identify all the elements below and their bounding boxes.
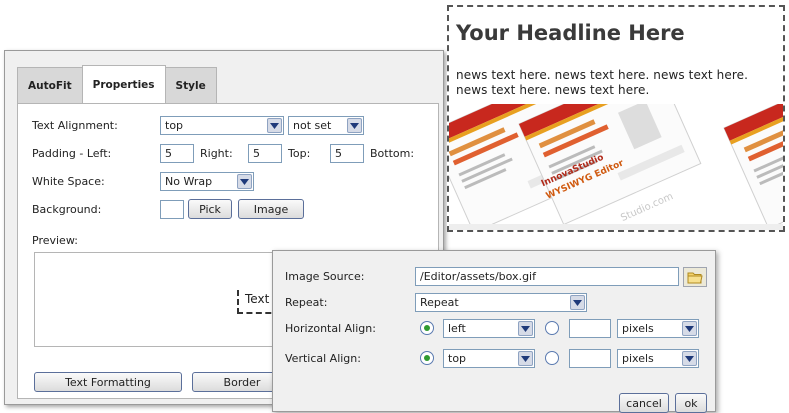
tab-autofit[interactable]: AutoFit xyxy=(17,67,83,103)
tab-properties[interactable]: Properties xyxy=(81,65,166,103)
text-alignment-secondary-value: not set xyxy=(293,119,332,132)
padding-right-label: Right: xyxy=(200,147,233,160)
horizontal-align-label: Horizontal Align: xyxy=(285,322,376,335)
vertical-unit-select[interactable]: pixels xyxy=(617,349,699,368)
folder-icon xyxy=(687,272,703,283)
chevron-down-icon xyxy=(237,174,252,189)
tab-style[interactable]: Style xyxy=(164,67,217,103)
ok-button[interactable]: ok xyxy=(675,393,707,413)
horizontal-unit-select[interactable]: pixels xyxy=(617,319,699,338)
vertical-align-label: Vertical Align: xyxy=(285,352,361,365)
chevron-down-icon xyxy=(518,351,533,366)
vertical-align-custom-radio[interactable] xyxy=(545,351,559,365)
white-space-label: White Space: xyxy=(32,175,105,188)
image-dialog: Image Source: /Editor/assets/box.gif Rep… xyxy=(272,250,716,413)
chevron-down-icon xyxy=(682,351,697,366)
box-image-tile xyxy=(723,104,783,229)
horizontal-unit-value: pixels xyxy=(622,322,654,335)
web-preview: Your Headline Here news text here. news … xyxy=(447,5,785,232)
repeat-select[interactable]: Repeat xyxy=(415,293,587,312)
chevron-down-icon xyxy=(347,118,362,133)
background-color-swatch[interactable] xyxy=(160,200,184,219)
preview-label: Preview: xyxy=(32,234,78,247)
white-space-select[interactable]: No Wrap xyxy=(160,172,254,191)
horizontal-align-value: left xyxy=(448,322,466,335)
image-button[interactable]: Image xyxy=(238,199,304,219)
background-label: Background: xyxy=(32,203,102,216)
padding-top-input[interactable]: 5 xyxy=(330,144,364,163)
chevron-down-icon xyxy=(570,295,585,310)
text-alignment-value: top xyxy=(165,119,184,132)
vertical-align-value: top xyxy=(448,352,467,365)
padding-bottom-label: Bottom: xyxy=(370,147,415,160)
padding-right-input[interactable]: 5 xyxy=(248,144,282,163)
chevron-down-icon xyxy=(267,118,282,133)
news-text: news text here. news text here. news tex… xyxy=(456,68,748,97)
vertical-align-preset-radio[interactable] xyxy=(420,351,434,365)
horizontal-align-preset-radio[interactable] xyxy=(420,321,434,335)
padding-left-label: Padding - Left: xyxy=(32,147,112,160)
browse-button[interactable] xyxy=(683,267,707,287)
padding-top-label: Top: xyxy=(288,147,311,160)
text-alignment-label: Text Alignment: xyxy=(32,119,118,132)
cancel-button[interactable]: cancel xyxy=(619,393,669,413)
repeat-label: Repeat: xyxy=(285,296,328,309)
image-source-input[interactable]: /Editor/assets/box.gif xyxy=(415,267,679,286)
pick-button[interactable]: Pick xyxy=(188,199,232,219)
vertical-offset-input[interactable] xyxy=(569,349,611,368)
white-space-value: No Wrap xyxy=(165,175,213,188)
tab-bar: AutoFit Properties Style xyxy=(17,65,437,103)
vertical-unit-value: pixels xyxy=(622,352,654,365)
horizontal-align-custom-radio[interactable] xyxy=(545,321,559,335)
text-formatting-button[interactable]: Text Formatting xyxy=(34,372,182,392)
chevron-down-icon xyxy=(682,321,697,336)
text-alignment-select[interactable]: top xyxy=(160,116,284,135)
horizontal-align-select[interactable]: left xyxy=(443,319,535,338)
padding-left-input[interactable]: 5 xyxy=(160,144,194,163)
horizontal-offset-input[interactable] xyxy=(569,319,611,338)
repeat-value: Repeat xyxy=(420,296,459,309)
chevron-down-icon xyxy=(518,321,533,336)
image-source-label: Image Source: xyxy=(285,270,365,283)
vertical-align-select[interactable]: top xyxy=(443,349,535,368)
text-alignment-secondary-select[interactable]: not set xyxy=(288,116,364,135)
headline: Your Headline Here xyxy=(456,21,685,45)
